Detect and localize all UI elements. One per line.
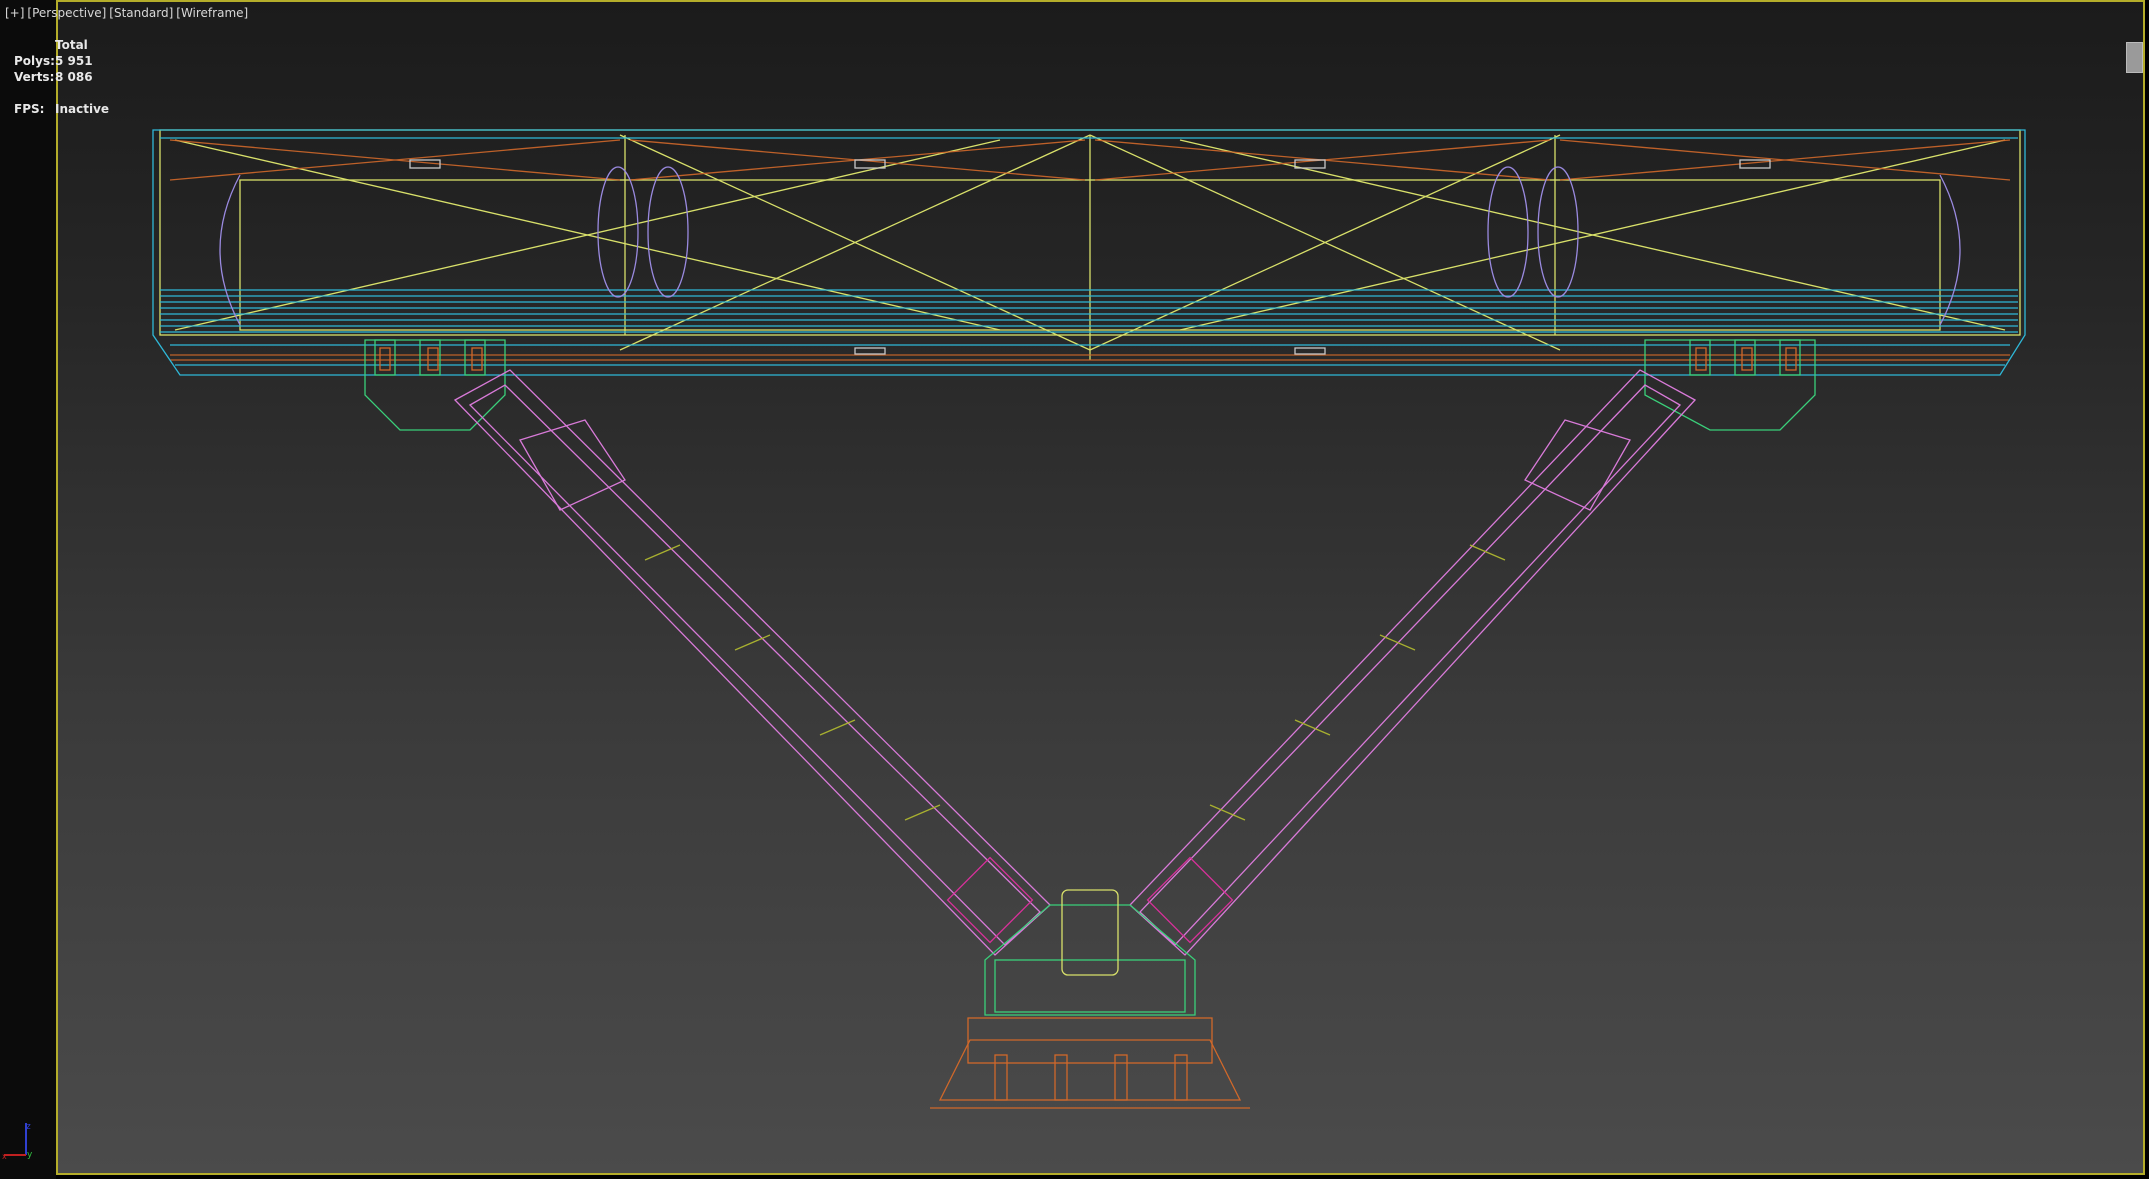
left-leg <box>453 369 1051 956</box>
viewport-label-menu[interactable]: [+] [Perspective] [Standard] [Wireframe] <box>5 6 251 20</box>
fps-value: Inactive <box>55 102 110 116</box>
axis-z-label: z <box>26 1122 31 1132</box>
verts-label: Verts: <box>14 70 55 84</box>
right-bracket <box>1644 339 1816 431</box>
axis-y-label: y <box>27 1150 33 1160</box>
polys-label: Polys: <box>14 54 55 68</box>
polys-value: 5 951 <box>55 54 93 68</box>
right-leg <box>1129 369 1697 956</box>
left-bracket <box>364 339 506 431</box>
top-beam <box>152 129 2026 376</box>
fps-label: FPS: <box>14 102 45 116</box>
viewport-menu-display-mode[interactable]: [Wireframe] <box>176 6 248 20</box>
base-mount <box>930 889 1250 1109</box>
viewport-menu-shading[interactable]: [Standard] <box>109 6 173 20</box>
axis-x-label: x <box>2 1152 7 1161</box>
stats-header: Total <box>55 38 88 52</box>
viewport-menu-plus[interactable]: [+] <box>5 6 24 20</box>
axis-gizmo-icon: z y x <box>2 1122 33 1161</box>
viewport-menu-perspective[interactable]: [Perspective] <box>27 6 106 20</box>
verts-value: 8 086 <box>55 70 93 84</box>
statistics-overlay: Total Polys: 5 951 Verts: 8 086 FPS: Inacti… <box>14 37 109 117</box>
wireframe-model[interactable] <box>0 0 2149 1179</box>
